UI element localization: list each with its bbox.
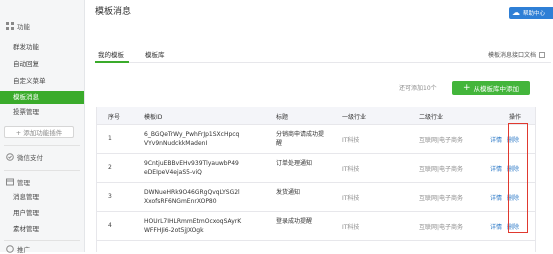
table-header: 序号 模板ID 标题 一级行业 二级行业 操作 [97, 107, 535, 125]
grid-icon [5, 22, 14, 31]
row-industry-1: IT科技 [342, 166, 360, 173]
remaining-count: 还可添加10个 [399, 85, 437, 92]
detail-link[interactable]: 详情 [490, 193, 502, 202]
row-industry-2: 互联网|电子商务 [419, 224, 464, 231]
template-table: 序号 模板ID 标题 一级行业 二级行业 操作 1 6_BGQeTrWy_Pwh… [96, 107, 536, 252]
sidebar-item-custom-menu[interactable]: 自定义菜单 [0, 75, 84, 88]
sidebar-item-messages[interactable]: 消息管理 [0, 191, 84, 204]
detail-link[interactable]: 详情 [490, 164, 502, 173]
sidebar-item-auto-reply[interactable]: 自动回复 [0, 58, 84, 71]
th-industry-2: 二级行业 [419, 114, 444, 121]
sidebar-section-label: 微信支付 [17, 154, 43, 162]
help-badge-label: 帮助中心 [523, 11, 546, 17]
sidebar-section-more[interactable]: 推广 [5, 244, 30, 254]
sidebar-section-label: 功能 [17, 23, 30, 31]
tab-active-indicator [95, 61, 129, 63]
row-title: 发货通知 [276, 189, 301, 196]
th-title: 标题 [276, 114, 289, 121]
api-doc-link[interactable]: 模板消息接口文档 [488, 50, 545, 59]
sidebar-item-mass-send[interactable]: 群发功能 [0, 41, 84, 54]
plus-icon: + [462, 82, 471, 93]
table-row: 2 9CntjuEBBvEHv939TlyauwbP49eDEIpeV4ejaS… [97, 154, 535, 183]
row-industry-2: 互联网|电子商务 [419, 137, 464, 144]
sidebar-item-template-msg[interactable]: 模板消息 [0, 91, 84, 104]
row-title: 登录成功提醒 [276, 218, 313, 225]
sidebar-item-vote[interactable]: 投票管理 [0, 106, 84, 119]
table-row: 3 DWNueHRk9O46GRgQvqLYSG2lXxofsRF6NGmEnr… [97, 183, 535, 212]
sidebar-item-materials[interactable]: 素材管理 [0, 223, 84, 236]
th-index: 序号 [108, 114, 121, 121]
api-doc-label: 模板消息接口文档 [487, 52, 536, 59]
sidebar-section-wxpay[interactable]: 微信支付 [5, 152, 43, 162]
row-index: 1 [108, 135, 112, 142]
row-industry-1: IT科技 [342, 224, 360, 231]
highlight-box [508, 123, 528, 233]
row-template-id: 6_BGQeTrWy_PwhFrJp1SXcHpcqVYv9nNudckkMad… [144, 131, 240, 147]
sidebar-divider [4, 240, 80, 241]
sidebar-divider [4, 145, 80, 146]
manage-icon [5, 178, 14, 187]
row-index: 4 [108, 222, 112, 229]
add-from-library-button[interactable]: + 从模板库中添加 [452, 81, 530, 95]
row-industry-1: IT科技 [342, 195, 360, 202]
sidebar-section-features: 功能 [5, 21, 30, 31]
tab-template-library[interactable]: 模板库 [145, 49, 165, 59]
tab-divider [95, 62, 551, 63]
tab-my-templates[interactable]: 我的模板 [98, 49, 124, 59]
row-template-id: 9CntjuEBBvEHv939TlyauwbP49eDEIpeV4ejaS5-… [144, 160, 239, 176]
row-title: 订单处理通知 [276, 160, 313, 167]
th-industry-1: 一级行业 [342, 114, 367, 121]
row-industry-1: IT科技 [342, 137, 360, 144]
row-template-id: DWNueHRk9O46GRgQvqLYSG2lXxofsRF6NGmEnrXO… [144, 189, 240, 205]
sidebar: 功能 群发功能 自动回复 自定义菜单 模板消息 投票管理 + 添加功能插件 微信… [0, 0, 85, 254]
row-index: 2 [108, 164, 112, 171]
cloud-icon: ☁ [512, 8, 520, 17]
detail-link[interactable]: 详情 [490, 222, 502, 231]
promote-icon [5, 245, 14, 254]
sidebar-section-label: 管理 [17, 179, 30, 187]
row-template-id: HOUrL7IHLRmmEtmOcxoqSAyrKWFFHJi6-2ot5jJX… [144, 218, 242, 234]
row-index: 3 [108, 193, 112, 200]
sidebar-section-label: 推广 [17, 246, 30, 254]
th-template-id: 模板ID [144, 114, 163, 121]
sidebar-item-users[interactable]: 用户管理 [0, 207, 84, 220]
page-title: 模板消息 [95, 7, 132, 17]
row-industry-2: 互联网|电子商务 [419, 195, 464, 202]
detail-link[interactable]: 详情 [490, 135, 502, 144]
help-badge[interactable]: ☁ 帮助中心 [509, 7, 553, 19]
table-row: 4 HOUrL7IHLRmmEtmOcxoqSAyrKWFFHJi6-2ot5j… [97, 212, 535, 241]
row-title: 分销商申请成功提醒 [276, 131, 325, 147]
add-button-label: 从模板库中添加 [473, 85, 520, 93]
add-plugin-button[interactable]: + 添加功能插件 [4, 126, 74, 138]
external-link-icon [539, 51, 545, 58]
sidebar-section-manage: 管理 [5, 177, 30, 187]
pay-icon [5, 153, 14, 162]
sidebar-divider [4, 170, 80, 171]
table-row: 1 6_BGQeTrWy_PwhFrJp1SXcHpcqVYv9nNudckkM… [97, 125, 535, 154]
row-industry-2: 互联网|电子商务 [419, 166, 464, 173]
th-actions: 操作 [509, 114, 522, 121]
